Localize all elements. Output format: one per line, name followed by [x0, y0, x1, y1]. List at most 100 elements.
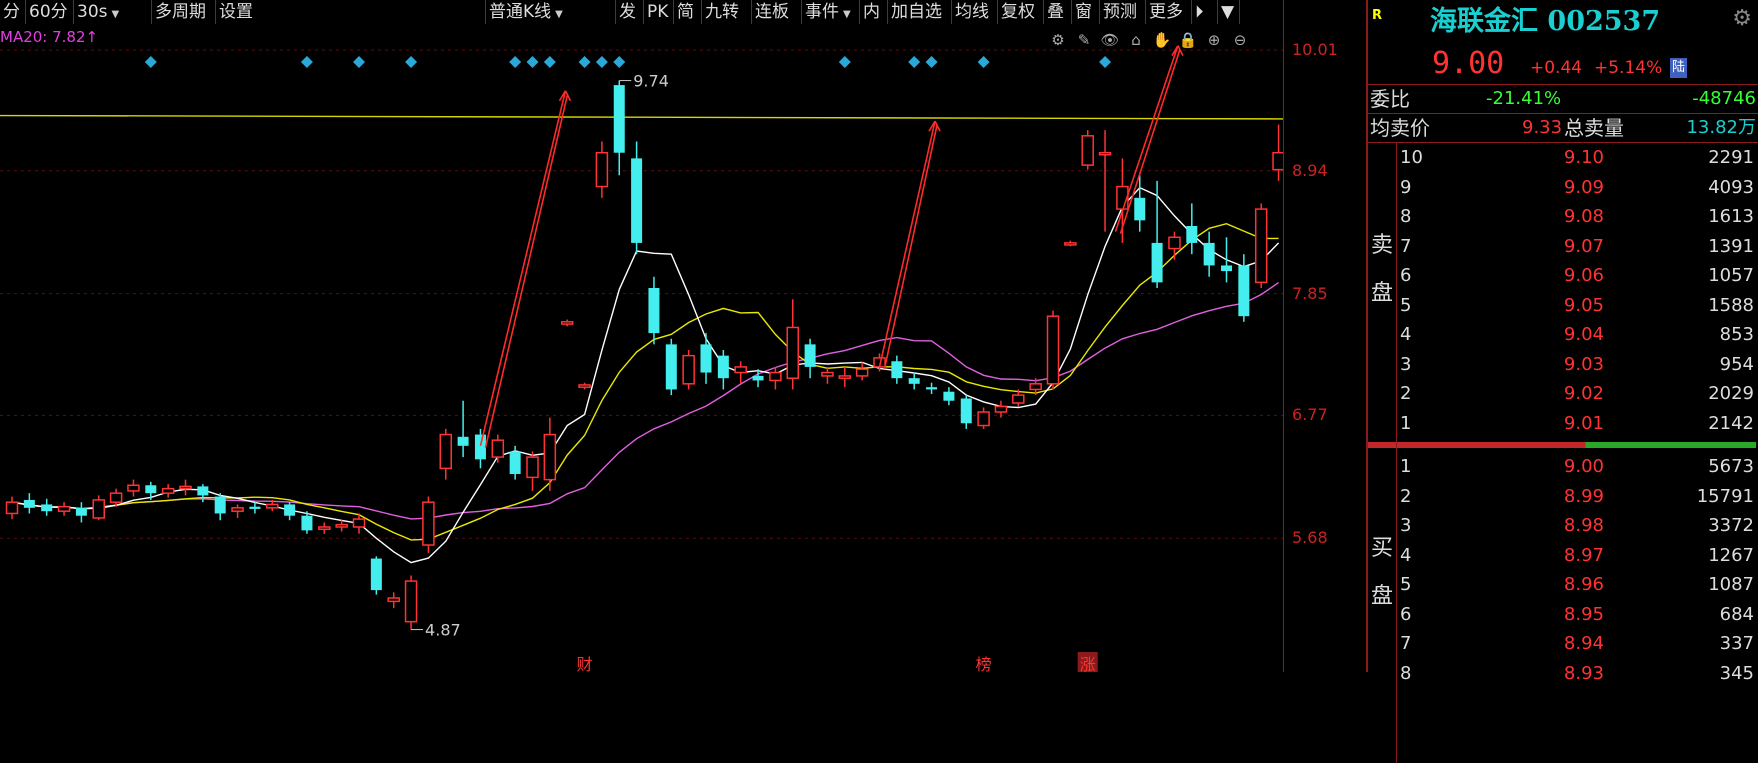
- ask-row[interactable]: 2 9.02 2029: [1398, 379, 1756, 408]
- toolbar-item-11[interactable]: 事件: [802, 0, 860, 24]
- toolbar-item-0[interactable]: 分: [0, 0, 26, 24]
- toolbar-item-18[interactable]: 预测: [1100, 0, 1146, 24]
- candle-body: [370, 558, 382, 591]
- zoom-out-icon[interactable]: ⊖: [1230, 30, 1250, 50]
- toolbar-item-17[interactable]: 窗: [1072, 0, 1100, 24]
- candle-body: [231, 507, 244, 512]
- avg-sell-label: 均卖价: [1370, 116, 1430, 140]
- event-marker: 财: [577, 655, 593, 672]
- buy-side-label: 盘: [1370, 584, 1393, 609]
- toolbar-item-7[interactable]: PK: [644, 0, 674, 24]
- candle-body: [838, 375, 852, 379]
- stock-title[interactable]: 海联金汇 002537: [1430, 0, 1660, 38]
- ask-row[interactable]: 6 9.06 1057: [1398, 261, 1756, 290]
- ask-row[interactable]: 8 9.08 1613: [1398, 202, 1756, 231]
- low-price-label: 4.87: [425, 621, 461, 640]
- candle-body: [1064, 242, 1077, 246]
- hand-icon[interactable]: ✋: [1152, 30, 1172, 50]
- book-volume: 15791: [1696, 485, 1754, 507]
- book-level: 2: [1400, 485, 1412, 507]
- candle-body: [387, 597, 400, 603]
- toolbar-item-1[interactable]: 60分: [26, 0, 74, 24]
- candle-body: [161, 487, 175, 494]
- ask-row[interactable]: 4 9.04 853: [1398, 320, 1756, 349]
- kline-chart-area[interactable]: 9.74 4.87 财 榜 涨 分60分30s多周期设置普通K线发PK简九转连板事件内加…: [0, 0, 1283, 672]
- toolbar-item-21[interactable]: ▼: [1218, 0, 1240, 24]
- toolbar-item-8[interactable]: 简: [674, 0, 702, 24]
- bid-row[interactable]: 5 8.96 1087: [1398, 570, 1756, 599]
- candle-body: [249, 506, 261, 509]
- toolbar-item-6[interactable]: 发: [616, 0, 644, 24]
- candle-body: [266, 503, 279, 509]
- toolbar-item-2[interactable]: 30s: [74, 0, 152, 24]
- ask-row[interactable]: 3 9.03 954: [1398, 350, 1756, 379]
- event-diamond: [509, 56, 522, 68]
- toolbar-item-3[interactable]: 多周期: [152, 0, 216, 24]
- bid-row[interactable]: 2 8.99 15791: [1398, 482, 1756, 511]
- event-diamond: [1099, 56, 1112, 68]
- book-level: 6: [1400, 603, 1412, 625]
- eye-icon[interactable]: 👁: [1100, 30, 1120, 50]
- toolbar-item-19[interactable]: 更多: [1146, 0, 1192, 24]
- book-volume: 5673: [1708, 456, 1754, 477]
- candle-body: [1272, 151, 1283, 171]
- stock-code: 002537: [1547, 6, 1661, 37]
- candle-body: [1254, 208, 1268, 284]
- candle-body: [1098, 151, 1112, 156]
- candle-body: [908, 378, 920, 384]
- ask-row[interactable]: 7 9.07 1391: [1398, 232, 1756, 261]
- candle-body: [23, 499, 35, 508]
- ask-row[interactable]: 1 9.01 2142: [1398, 409, 1756, 438]
- gear-icon[interactable]: ⚙: [1048, 30, 1068, 50]
- gear-icon[interactable]: ⚙: [1732, 6, 1752, 31]
- toolbar-item-20[interactable]: ⏵: [1192, 0, 1218, 24]
- toolbar-item-9[interactable]: 九转: [702, 0, 752, 24]
- bid-row[interactable]: 8 8.93 345: [1398, 659, 1756, 688]
- toolbar-item-4[interactable]: 设置: [216, 0, 486, 24]
- toolbar-item-14[interactable]: 均线: [952, 0, 998, 24]
- book-divider: [1396, 143, 1397, 763]
- zoom-in-icon[interactable]: ⊕: [1204, 30, 1224, 50]
- book-level: 3: [1400, 515, 1412, 536]
- candle-body: [648, 288, 660, 334]
- quote-panel: R 海联金汇 002537 ⚙ 9.00 +0.44 +5.14% 陆 委比 -…: [1366, 0, 1758, 763]
- candle-body: [109, 492, 123, 503]
- toolbar-item-16[interactable]: 叠: [1044, 0, 1072, 24]
- candle-body: [1081, 135, 1094, 166]
- book-price: 9.01: [1563, 412, 1604, 434]
- bid-row[interactable]: 7 8.94 337: [1398, 629, 1756, 658]
- pen-icon[interactable]: ✎: [1074, 30, 1094, 50]
- book-price: 8.93: [1563, 662, 1604, 684]
- connect-badge: 陆: [1670, 58, 1688, 78]
- stock-header: R 海联金汇 002537 ⚙ 9.00 +0.44 +5.14% 陆: [1368, 0, 1758, 85]
- toolbar-item-5[interactable]: 普通K线: [486, 0, 616, 24]
- toolbar-item-10[interactable]: 连板: [752, 0, 802, 24]
- toolbar-item-15[interactable]: 复权: [998, 0, 1044, 24]
- book-volume: 954: [1719, 353, 1754, 375]
- total-sell-volume: 13.82万: [1686, 117, 1756, 138]
- home-icon[interactable]: ⌂: [1126, 30, 1146, 50]
- toolbar-item-12[interactable]: 内: [860, 0, 888, 24]
- book-level: 7: [1400, 235, 1412, 257]
- candle-body: [960, 398, 972, 424]
- event-diamond: [144, 56, 157, 68]
- ma5-line: [11, 186, 1280, 564]
- bid-row[interactable]: 4 8.97 1267: [1398, 541, 1756, 570]
- candle-body: [977, 411, 990, 427]
- price-tick-label: 6.77: [1292, 405, 1328, 425]
- bid-row[interactable]: 3 8.98 3372: [1398, 511, 1756, 540]
- kline-chart[interactable]: 9.74 4.87 财 榜 涨: [0, 0, 1283, 672]
- book-volume: 1057: [1708, 265, 1754, 286]
- bid-row[interactable]: 6 8.95 684: [1398, 600, 1756, 629]
- ask-row[interactable]: 5 9.05 1588: [1398, 291, 1756, 320]
- candle-body: [214, 496, 226, 514]
- event-marker: 榜: [976, 655, 992, 672]
- candle-body: [595, 151, 609, 188]
- toolbar-item-13[interactable]: 加自选: [888, 0, 952, 24]
- candle-body: [804, 344, 816, 367]
- order-ratio-pct: -21.41%: [1486, 88, 1562, 109]
- bid-row[interactable]: 1 9.00 5673: [1398, 452, 1756, 481]
- lock-icon[interactable]: 🔒: [1178, 30, 1198, 50]
- ask-row[interactable]: 9 9.09 4093: [1398, 173, 1756, 202]
- ask-row[interactable]: 10 9.10 2291: [1398, 143, 1756, 172]
